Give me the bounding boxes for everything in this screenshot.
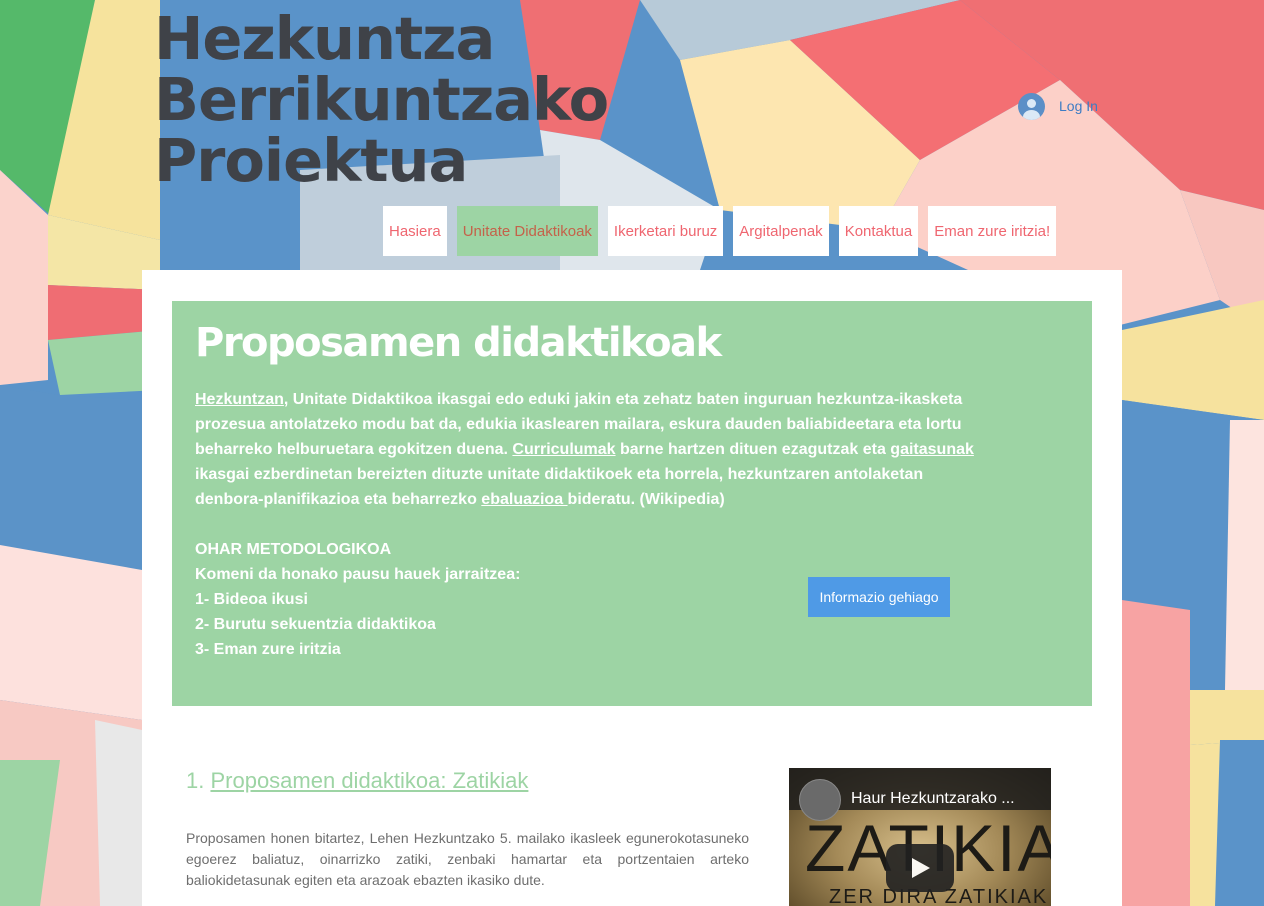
link-curriculumak[interactable]: Curriculumak [512,441,615,458]
intro-text: Hezkuntzan, Unitate Didaktikoa ikasgai e… [195,387,995,662]
video-player[interactable]: ZATIKIAK ZER DIRA ZATIKIAK Haur Hezkuntz… [789,768,1051,906]
nav-item-argitalpenak[interactable]: Argitalpenak [733,206,829,256]
intro-text-segment: bideratu. (Wikipedia) [567,491,725,508]
link-hezkuntzan[interactable]: Hezkuntzan [195,391,284,408]
nav-item-hasiera[interactable]: Hasiera [383,206,447,256]
note-heading: OHAR METODOLOGIKOA [195,541,392,558]
step-item: 3- Eman zure iritzia [195,641,341,658]
content-panel: Proposamen didaktikoak Hezkuntzan, Unita… [142,270,1122,906]
section-description: Proposamen honen bitartez, Lehen Hezkunt… [186,830,749,888]
user-avatar-icon [1018,92,1045,120]
site-title-line-1: Hezkuntza [154,4,495,73]
intro-box: Proposamen didaktikoak Hezkuntzan, Unita… [172,301,1092,706]
main-nav: Hasiera Unitate Didaktikoak Ikerketari b… [383,206,1057,256]
section-title-link[interactable]: Proposamen didaktikoa: Zatikiak [210,768,528,793]
nav-item-kontaktua[interactable]: Kontaktua [838,206,919,256]
page-title: Proposamen didaktikoak [195,320,722,366]
intro-paragraph: Hezkuntzan, Unitate Didaktikoa ikasgai e… [195,387,995,512]
login-label: Log In [1059,98,1098,114]
play-button-icon[interactable] [886,844,954,892]
section-title: 1. Proposamen didaktikoa: Zatikiak [186,766,528,796]
site-title-line-3: Proiektua [154,126,468,195]
site-title[interactable]: Hezkuntza Berrikuntzako Proiektua [154,8,714,191]
more-info-button[interactable]: Informazio gehiago [808,577,950,617]
link-gaitasunak[interactable]: gaitasunak [890,441,974,458]
nav-item-ikerketari-buruz[interactable]: Ikerketari buruz [607,206,724,256]
site-title-line-2: Berrikuntzako [154,65,609,134]
channel-avatar-icon[interactable] [799,779,841,821]
nav-item-unitate-didaktikoak[interactable]: Unitate Didaktikoak [456,206,598,256]
video-title[interactable]: Haur Hezkuntzarako ... [851,790,1041,808]
intro-text-segment: barne hartzen dituen ezagutzak eta [615,441,891,458]
nav-item-eman-zure-iritzia[interactable]: Eman zure iritzia! [928,206,1057,256]
section-number: 1. [186,768,211,793]
login-button[interactable]: Log In [1018,90,1098,122]
link-ebaluazioa[interactable]: ebaluazioa [481,491,567,508]
